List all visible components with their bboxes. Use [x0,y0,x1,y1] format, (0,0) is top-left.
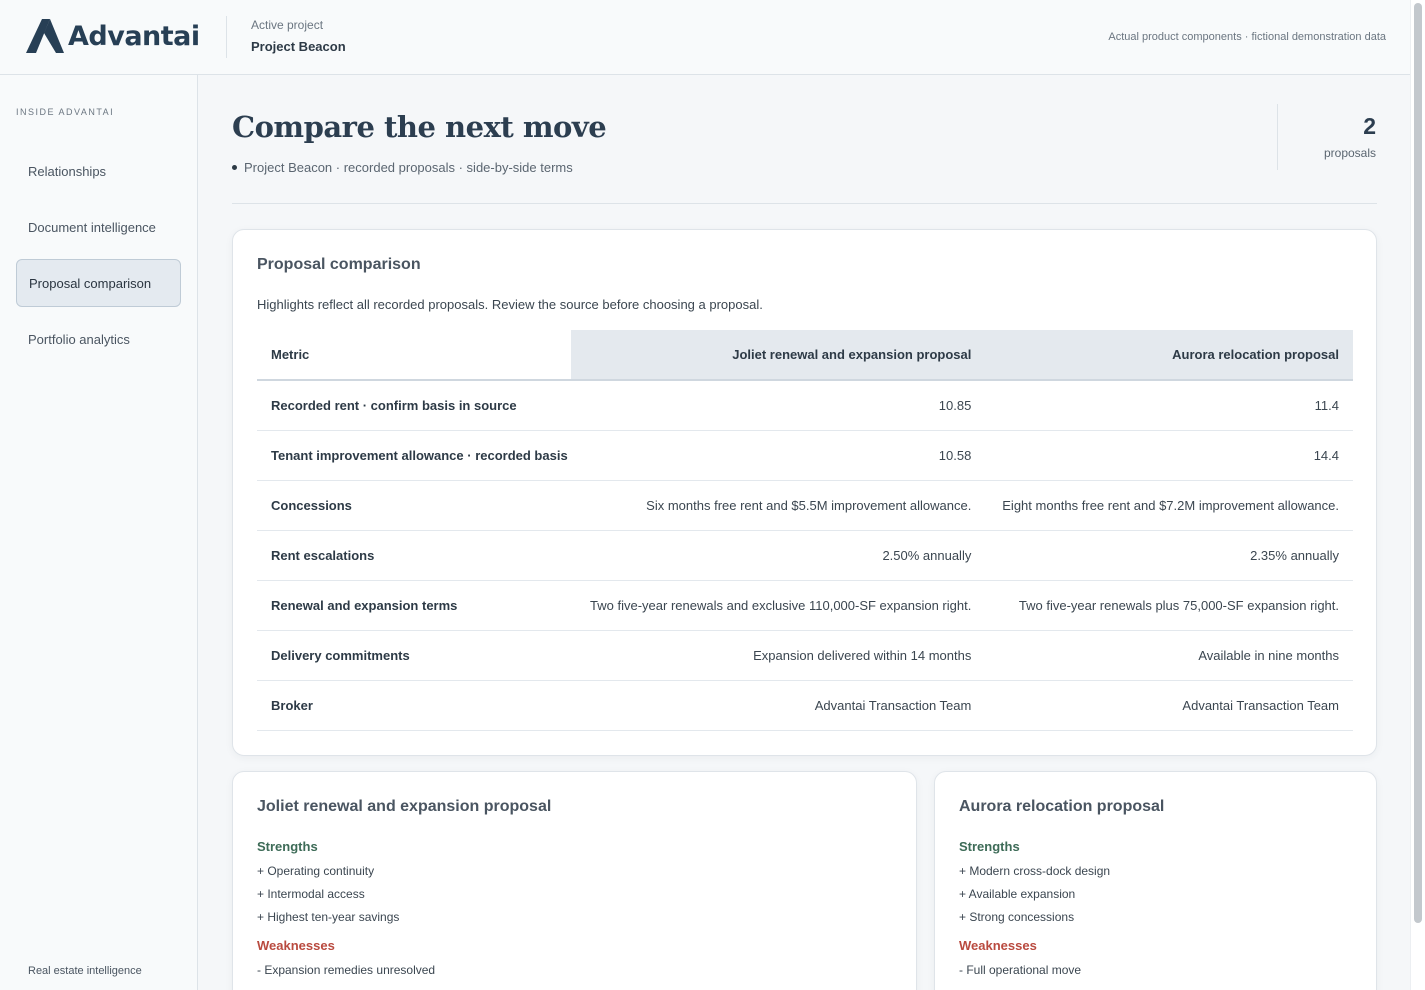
aurora-value: Advantai Transaction Team [985,680,1353,731]
page-subtitle: Project Beacon · recorded proposals · si… [232,160,573,175]
sidebar-item-document-intelligence[interactable]: Document intelligence [16,203,181,251]
heading-divider [232,203,1377,204]
header-divider [226,16,227,58]
proposal-card-title: Joliet renewal and expansion proposal [257,798,552,815]
joliet-value: Six months free rent and $5.5M improveme… [571,480,986,531]
sidebar: INSIDE ADVANTAI Relationships Document i… [0,75,198,990]
sidebar-item-portfolio-analytics[interactable]: Portfolio analytics [16,315,181,363]
joliet-value: Expansion delivered within 14 months [571,630,986,681]
advantai-logo-mark-icon [26,19,64,53]
column-header-metric: Metric [257,330,571,381]
active-project-name[interactable]: Project Beacon [251,39,346,54]
aurora-proposal-card: Aurora relocation proposal Strengths + M… [934,771,1377,990]
table-header-row: Metric Joliet renewal and expansion prop… [257,330,1353,381]
sidebar-footer: Real estate intelligence [28,965,142,977]
joliet-value: 10.85 [571,380,986,431]
aurora-value: Two five-year renewals plus 75,000-SF ex… [985,580,1353,631]
strength-item: + Available expansion [959,887,1076,901]
page-title: Compare the next move [232,110,607,144]
strength-item: + Highest ten-year savings [257,910,400,924]
page-scrollbar-thumb[interactable] [1414,3,1422,923]
table-row: Tenant improvement allowance · recorded … [257,430,1353,481]
strengths-heading: Strengths [959,839,1020,854]
strength-item: + Modern cross-dock design [959,864,1111,878]
proposal-comparison-card: Proposal comparison Highlights reflect a… [232,229,1377,756]
bullet-icon [232,165,237,170]
joliet-value: Advantai Transaction Team [571,680,986,731]
page-subtitle-text: Project Beacon · recorded proposals · si… [244,160,573,175]
aurora-value: Eight months free rent and $7.2M improve… [985,480,1353,531]
table-row: Recorded rent · confirm basis in source … [257,380,1353,431]
aurora-value: 2.35% annually [985,530,1353,581]
joliet-value: Two five-year renewals and exclusive 110… [571,580,986,631]
proposal-card-title: Aurora relocation proposal [959,798,1165,815]
row-metric: Concessions [257,480,571,531]
joliet-value: 10.58 [571,430,986,481]
joliet-value: 2.50% annually [571,530,986,581]
proposal-count-label: proposals [1323,146,1376,160]
strength-item: + Operating continuity [257,864,375,878]
strength-item: + Strong concessions [959,910,1075,924]
weakness-item: - Full operational move [959,963,1082,977]
row-metric: Tenant improvement allowance · recorded … [257,430,571,481]
top-header: Advantai Active project Project Beacon A… [0,0,1410,75]
row-metric: Broker [257,680,571,731]
row-metric: Renewal and expansion terms [257,580,571,631]
brand-logo[interactable]: Advantai [26,19,200,53]
demo-disclaimer: Actual product components · fictional de… [1108,31,1386,43]
row-metric: Delivery commitments [257,630,571,681]
table-row: Concessions Six months free rent and $5.… [257,480,1353,531]
column-header-aurora[interactable]: Aurora relocation proposal [985,330,1353,381]
aurora-value: 14.4 [985,430,1353,481]
weaknesses-heading: Weaknesses [257,938,335,953]
weakness-item: - Expansion remedies unresolved [257,963,436,977]
card-title: Proposal comparison [257,256,421,273]
aurora-value: Available in nine months [985,630,1353,681]
sidebar-caption: INSIDE ADVANTAI [16,107,115,117]
row-metric: Recorded rent · confirm basis in source [257,380,571,431]
comparison-table: Metric Joliet renewal and expansion prop… [257,330,1353,731]
card-note: Highlights reflect all recorded proposal… [257,297,763,312]
brand-name: Advantai [68,20,200,52]
row-metric: Rent escalations [257,530,571,581]
proposal-count-value: 2 [1363,113,1376,139]
table-row: Renewal and expansion terms Two five-yea… [257,580,1353,631]
sidebar-item-proposal-comparison[interactable]: Proposal comparison [16,259,181,307]
strength-item: + Intermodal access [257,887,365,901]
active-project-caption: Active project [251,18,324,32]
sidebar-item-relationships[interactable]: Relationships [16,147,181,195]
strengths-heading: Strengths [257,839,318,854]
table-row: Broker Advantai Transaction Team Advanta… [257,680,1353,731]
column-header-joliet[interactable]: Joliet renewal and expansion proposal [571,330,986,381]
joliet-proposal-card: Joliet renewal and expansion proposal St… [232,771,917,990]
aurora-value: 11.4 [985,380,1353,431]
weaknesses-heading: Weaknesses [959,938,1037,953]
stat-divider [1277,104,1278,170]
table-row: Rent escalations 2.50% annually 2.35% an… [257,530,1353,581]
table-row: Delivery commitments Expansion delivered… [257,630,1353,681]
